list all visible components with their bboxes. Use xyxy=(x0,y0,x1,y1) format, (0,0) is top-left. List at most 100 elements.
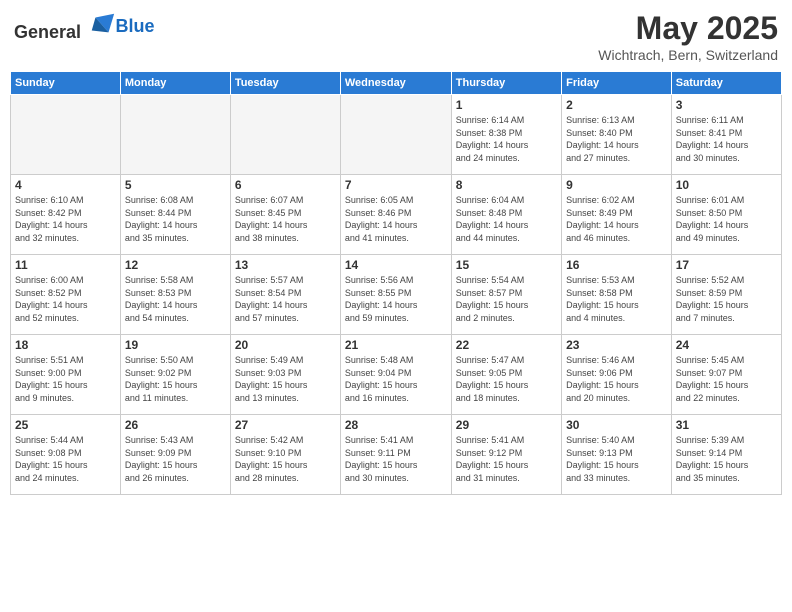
weekday-header-thursday: Thursday xyxy=(451,72,561,95)
day-number: 24 xyxy=(676,338,777,352)
calendar-cell: 2Sunrise: 6:13 AM Sunset: 8:40 PM Daylig… xyxy=(562,95,672,175)
day-number: 21 xyxy=(345,338,447,352)
calendar-cell: 4Sunrise: 6:10 AM Sunset: 8:42 PM Daylig… xyxy=(11,175,121,255)
calendar-table: SundayMondayTuesdayWednesdayThursdayFrid… xyxy=(10,71,782,495)
day-number: 27 xyxy=(235,418,336,432)
calendar-cell: 9 Sunrise: 6:02 AM Sunset: 8:49 PM Daylig… xyxy=(562,175,672,255)
day-info: Sunrise: 5:40 AM Sunset: 9:13 PM Dayligh… xyxy=(566,434,667,484)
calendar-cell: 26 Sunrise: 5:43 AM Sunset: 9:09 PM Dayli… xyxy=(120,415,230,495)
day-info: Sunrise: 5:54 AM Sunset: 8:57 PM Dayligh… xyxy=(456,274,557,324)
weekday-header-friday: Friday xyxy=(562,72,672,95)
day-info: Sunrise: 5:41 AM Sunset: 9:12 PM Dayligh… xyxy=(456,434,557,484)
day-number: 10 xyxy=(676,178,777,192)
day-number: 17 xyxy=(676,258,777,272)
day-info: Sunrise: 6:00 AM Sunset: 8:52 PM Dayligh… xyxy=(15,274,116,324)
calendar-cell: 22Sunrise: 5:47 AM Sunset: 9:05 PM Dayli… xyxy=(451,335,561,415)
calendar-cell: 7Sunrise: 6:05 AM Sunset: 8:46 PM Daylig… xyxy=(340,175,451,255)
calendar-cell xyxy=(120,95,230,175)
day-number: 11 xyxy=(15,258,116,272)
day-info: Sunrise: 6:10 AM Sunset: 8:42 PM Dayligh… xyxy=(15,194,116,244)
calendar-cell: 17 Sunrise: 5:52 AM Sunset: 8:59 PM Dayli… xyxy=(671,255,781,335)
day-info: Sunrise: 5:51 AM Sunset: 9:00 PM Dayligh… xyxy=(15,354,116,404)
calendar-cell: 23 Sunrise: 5:46 AM Sunset: 9:06 PM Dayli… xyxy=(562,335,672,415)
calendar-cell: 14 Sunrise: 5:56 AM Sunset: 8:55 PM Dayli… xyxy=(340,255,451,335)
calendar-cell xyxy=(230,95,340,175)
page-header: General Blue May 2025 Wichtrach, Bern, S… xyxy=(10,10,782,63)
calendar-cell: 30 Sunrise: 5:40 AM Sunset: 9:13 PM Dayli… xyxy=(562,415,672,495)
day-info: Sunrise: 5:43 AM Sunset: 9:09 PM Dayligh… xyxy=(125,434,226,484)
day-info: Sunrise: 5:53 AM Sunset: 8:58 PM Dayligh… xyxy=(566,274,667,324)
week-row-3: 11 Sunrise: 6:00 AM Sunset: 8:52 PM Dayli… xyxy=(11,255,782,335)
calendar-cell: 18 Sunrise: 5:51 AM Sunset: 9:00 PM Dayli… xyxy=(11,335,121,415)
week-row-2: 4Sunrise: 6:10 AM Sunset: 8:42 PM Daylig… xyxy=(11,175,782,255)
day-number: 23 xyxy=(566,338,667,352)
day-info: Sunrise: 5:56 AM Sunset: 8:55 PM Dayligh… xyxy=(345,274,447,324)
weekday-header-tuesday: Tuesday xyxy=(230,72,340,95)
day-info: Sunrise: 5:50 AM Sunset: 9:02 PM Dayligh… xyxy=(125,354,226,404)
month-title: May 2025 xyxy=(598,10,778,47)
logo-general: General xyxy=(14,22,81,42)
day-info: Sunrise: 6:08 AM Sunset: 8:44 PM Dayligh… xyxy=(125,194,226,244)
logo-blue: Blue xyxy=(116,16,155,36)
day-number: 30 xyxy=(566,418,667,432)
day-number: 1 xyxy=(456,98,557,112)
day-info: Sunrise: 6:04 AM Sunset: 8:48 PM Dayligh… xyxy=(456,194,557,244)
logo: General Blue xyxy=(14,10,155,43)
day-number: 2 xyxy=(566,98,667,112)
day-info: Sunrise: 6:02 AM Sunset: 8:49 PM Dayligh… xyxy=(566,194,667,244)
calendar-cell: 5 Sunrise: 6:08 AM Sunset: 8:44 PM Daylig… xyxy=(120,175,230,255)
day-number: 3 xyxy=(676,98,777,112)
weekday-header-wednesday: Wednesday xyxy=(340,72,451,95)
day-info: Sunrise: 6:14 AM Sunset: 8:38 PM Dayligh… xyxy=(456,114,557,164)
day-info: Sunrise: 5:52 AM Sunset: 8:59 PM Dayligh… xyxy=(676,274,777,324)
day-number: 7 xyxy=(345,178,447,192)
calendar-cell: 11 Sunrise: 6:00 AM Sunset: 8:52 PM Dayli… xyxy=(11,255,121,335)
day-info: Sunrise: 5:48 AM Sunset: 9:04 PM Dayligh… xyxy=(345,354,447,404)
day-number: 26 xyxy=(125,418,226,432)
week-row-4: 18 Sunrise: 5:51 AM Sunset: 9:00 PM Dayli… xyxy=(11,335,782,415)
calendar-cell: 25 Sunrise: 5:44 AM Sunset: 9:08 PM Dayli… xyxy=(11,415,121,495)
day-number: 31 xyxy=(676,418,777,432)
day-number: 6 xyxy=(235,178,336,192)
calendar-cell: 3Sunrise: 6:11 AM Sunset: 8:41 PM Daylig… xyxy=(671,95,781,175)
day-info: Sunrise: 5:45 AM Sunset: 9:07 PM Dayligh… xyxy=(676,354,777,404)
day-number: 18 xyxy=(15,338,116,352)
day-number: 25 xyxy=(15,418,116,432)
day-number: 20 xyxy=(235,338,336,352)
day-number: 15 xyxy=(456,258,557,272)
week-row-5: 25 Sunrise: 5:44 AM Sunset: 9:08 PM Dayli… xyxy=(11,415,782,495)
day-number: 5 xyxy=(125,178,226,192)
day-number: 12 xyxy=(125,258,226,272)
day-info: Sunrise: 5:57 AM Sunset: 8:54 PM Dayligh… xyxy=(235,274,336,324)
calendar-cell: 29 Sunrise: 5:41 AM Sunset: 9:12 PM Dayli… xyxy=(451,415,561,495)
day-number: 19 xyxy=(125,338,226,352)
day-info: Sunrise: 6:07 AM Sunset: 8:45 PM Dayligh… xyxy=(235,194,336,244)
day-number: 13 xyxy=(235,258,336,272)
day-number: 9 xyxy=(566,178,667,192)
week-row-1: 1 Sunrise: 6:14 AM Sunset: 8:38 PM Daylig… xyxy=(11,95,782,175)
calendar-cell: 10 Sunrise: 6:01 AM Sunset: 8:50 PM Dayli… xyxy=(671,175,781,255)
day-info: Sunrise: 5:39 AM Sunset: 9:14 PM Dayligh… xyxy=(676,434,777,484)
day-info: Sunrise: 6:01 AM Sunset: 8:50 PM Dayligh… xyxy=(676,194,777,244)
calendar-cell: 21 Sunrise: 5:48 AM Sunset: 9:04 PM Dayli… xyxy=(340,335,451,415)
calendar-cell: 16 Sunrise: 5:53 AM Sunset: 8:58 PM Dayli… xyxy=(562,255,672,335)
day-number: 29 xyxy=(456,418,557,432)
day-number: 14 xyxy=(345,258,447,272)
title-block: May 2025 Wichtrach, Bern, Switzerland xyxy=(598,10,778,63)
logo-icon xyxy=(88,10,116,38)
calendar-cell: 27Sunrise: 5:42 AM Sunset: 9:10 PM Dayli… xyxy=(230,415,340,495)
day-info: Sunrise: 5:47 AM Sunset: 9:05 PM Dayligh… xyxy=(456,354,557,404)
weekday-header-saturday: Saturday xyxy=(671,72,781,95)
calendar-cell xyxy=(340,95,451,175)
calendar-cell: 24 Sunrise: 5:45 AM Sunset: 9:07 PM Dayli… xyxy=(671,335,781,415)
calendar-cell: 28Sunrise: 5:41 AM Sunset: 9:11 PM Dayli… xyxy=(340,415,451,495)
day-info: Sunrise: 5:46 AM Sunset: 9:06 PM Dayligh… xyxy=(566,354,667,404)
calendar-cell: 12Sunrise: 5:58 AM Sunset: 8:53 PM Dayli… xyxy=(120,255,230,335)
weekday-header-row: SundayMondayTuesdayWednesdayThursdayFrid… xyxy=(11,72,782,95)
day-number: 16 xyxy=(566,258,667,272)
weekday-header-monday: Monday xyxy=(120,72,230,95)
day-info: Sunrise: 5:44 AM Sunset: 9:08 PM Dayligh… xyxy=(15,434,116,484)
calendar-cell: 6 Sunrise: 6:07 AM Sunset: 8:45 PM Daylig… xyxy=(230,175,340,255)
day-number: 28 xyxy=(345,418,447,432)
calendar-cell: 13 Sunrise: 5:57 AM Sunset: 8:54 PM Dayli… xyxy=(230,255,340,335)
